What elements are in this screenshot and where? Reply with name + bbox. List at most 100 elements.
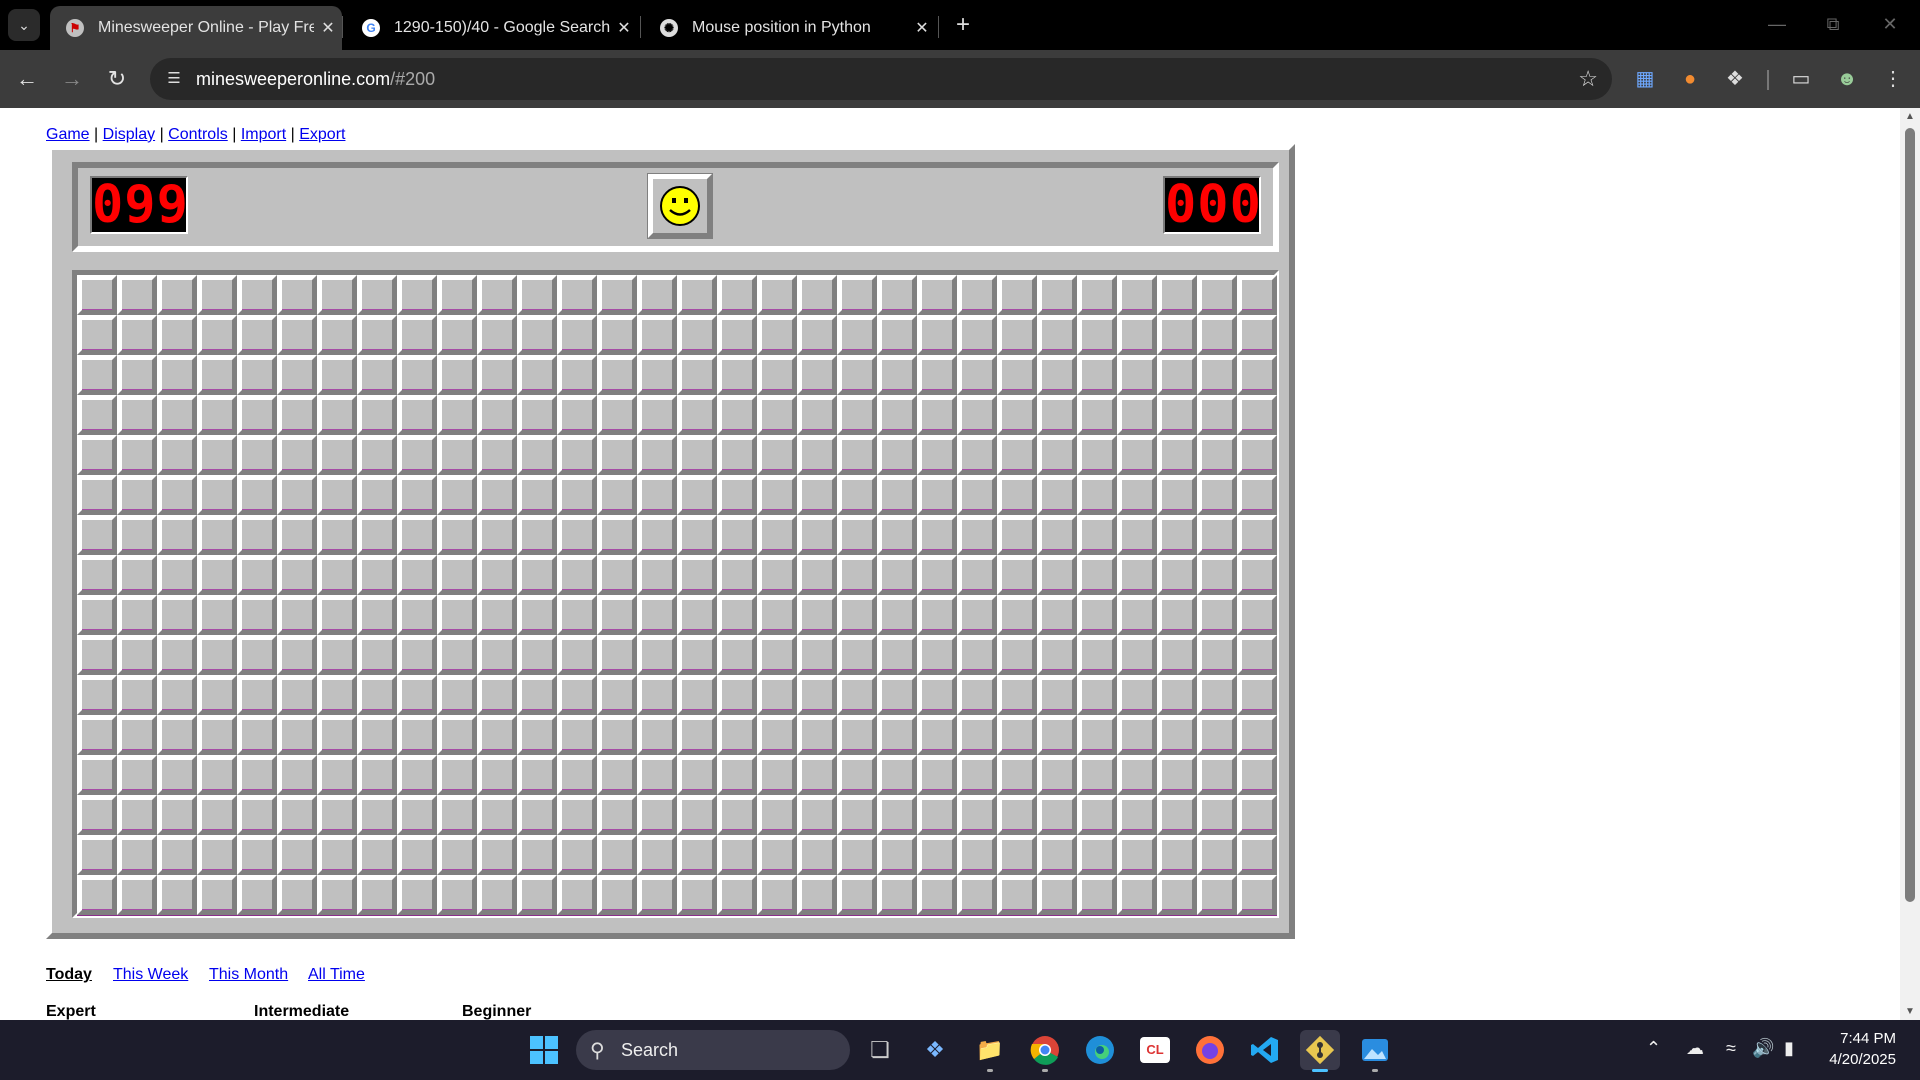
mine-cell[interactable] xyxy=(597,595,637,635)
mine-cell[interactable] xyxy=(397,315,437,355)
back-arrow-icon[interactable]: ← xyxy=(10,62,44,96)
mine-cell[interactable] xyxy=(597,555,637,595)
mine-cell[interactable] xyxy=(1237,515,1277,555)
chrome-icon[interactable] xyxy=(1025,1030,1065,1072)
mine-cell[interactable] xyxy=(197,475,237,515)
mine-cell[interactable] xyxy=(317,635,357,675)
mine-cell[interactable] xyxy=(1197,715,1237,755)
git-app-icon[interactable] xyxy=(1300,1030,1340,1072)
mine-cell[interactable] xyxy=(957,315,997,355)
mine-cell[interactable] xyxy=(557,755,597,795)
mine-cell[interactable] xyxy=(1037,355,1077,395)
mine-cell[interactable] xyxy=(1197,875,1237,915)
mine-cell[interactable] xyxy=(1197,635,1237,675)
mine-cell[interactable] xyxy=(117,795,157,835)
windows-start-icon[interactable] xyxy=(524,1030,564,1070)
close-tab-icon[interactable]: ✕ xyxy=(908,18,936,38)
mine-cell[interactable] xyxy=(517,675,557,715)
mine-cell[interactable] xyxy=(317,515,357,555)
mine-cell[interactable] xyxy=(197,875,237,915)
mine-cell[interactable] xyxy=(797,875,837,915)
mine-cell[interactable] xyxy=(717,635,757,675)
mine-cell[interactable] xyxy=(637,475,677,515)
mine-cell[interactable] xyxy=(877,275,917,315)
mine-cell[interactable] xyxy=(877,515,917,555)
mine-cell[interactable] xyxy=(237,715,277,755)
mine-cell[interactable] xyxy=(637,275,677,315)
mine-cell[interactable] xyxy=(117,555,157,595)
mine-cell[interactable] xyxy=(557,515,597,555)
mine-cell[interactable] xyxy=(1077,595,1117,635)
mine-cell[interactable] xyxy=(637,675,677,715)
mine-cell[interactable] xyxy=(877,875,917,915)
docs-extension-icon[interactable]: ▦ xyxy=(1630,64,1660,94)
mine-cell[interactable] xyxy=(1157,555,1197,595)
mine-cell[interactable] xyxy=(317,355,357,395)
smiley-face-button[interactable] xyxy=(647,173,713,239)
mine-cell[interactable] xyxy=(77,315,117,355)
mine-cell[interactable] xyxy=(357,555,397,595)
mine-cell[interactable] xyxy=(1037,435,1077,475)
mine-cell[interactable] xyxy=(557,835,597,875)
mine-cell[interactable] xyxy=(957,835,997,875)
mine-cell[interactable] xyxy=(597,795,637,835)
mine-cell[interactable] xyxy=(757,715,797,755)
mine-cell[interactable] xyxy=(797,475,837,515)
menu-export-link[interactable]: Export xyxy=(299,126,345,143)
mine-cell[interactable] xyxy=(477,795,517,835)
mine-cell[interactable] xyxy=(517,435,557,475)
mine-cell[interactable] xyxy=(677,875,717,915)
mine-cell[interactable] xyxy=(917,435,957,475)
mine-cell[interactable] xyxy=(317,315,357,355)
mine-cell[interactable] xyxy=(837,475,877,515)
mine-cell[interactable] xyxy=(597,875,637,915)
mine-cell[interactable] xyxy=(557,275,597,315)
new-tab-plus-icon[interactable]: + xyxy=(948,10,978,40)
mine-cell[interactable] xyxy=(277,595,317,635)
mine-cell[interactable] xyxy=(117,475,157,515)
mine-cell[interactable] xyxy=(557,635,597,675)
mine-cell[interactable] xyxy=(877,835,917,875)
mine-cell[interactable] xyxy=(1157,275,1197,315)
mine-cell[interactable] xyxy=(957,675,997,715)
mine-cell[interactable] xyxy=(77,635,117,675)
mine-cell[interactable] xyxy=(1197,835,1237,875)
mine-cell[interactable] xyxy=(757,835,797,875)
mine-cell[interactable] xyxy=(997,875,1037,915)
mine-cell[interactable] xyxy=(357,515,397,555)
mine-cell[interactable] xyxy=(597,755,637,795)
mine-cell[interactable] xyxy=(317,675,357,715)
mine-cell[interactable] xyxy=(1077,515,1117,555)
mine-cell[interactable] xyxy=(557,435,597,475)
mine-cell[interactable] xyxy=(477,275,517,315)
mine-cell[interactable] xyxy=(1237,355,1277,395)
mine-cell[interactable] xyxy=(797,435,837,475)
mine-cell[interactable] xyxy=(637,835,677,875)
mine-cell[interactable] xyxy=(877,355,917,395)
mine-cell[interactable] xyxy=(677,675,717,715)
mine-cell[interactable] xyxy=(917,395,957,435)
mine-cell[interactable] xyxy=(957,355,997,395)
mine-cell[interactable] xyxy=(1077,715,1117,755)
mine-cell[interactable] xyxy=(117,515,157,555)
mine-cell[interactable] xyxy=(677,275,717,315)
mine-cell[interactable] xyxy=(957,435,997,475)
mine-cell[interactable] xyxy=(1117,835,1157,875)
mine-cell[interactable] xyxy=(357,635,397,675)
mine-cell[interactable] xyxy=(637,795,677,835)
mine-cell[interactable] xyxy=(397,355,437,395)
menu-import-link[interactable]: Import xyxy=(241,126,286,143)
mine-cell[interactable] xyxy=(757,675,797,715)
mine-cell[interactable] xyxy=(277,435,317,475)
mine-cell[interactable] xyxy=(837,675,877,715)
mine-cell[interactable] xyxy=(557,715,597,755)
mine-cell[interactable] xyxy=(637,435,677,475)
mine-cell[interactable] xyxy=(197,315,237,355)
mine-cell[interactable] xyxy=(157,355,197,395)
mine-cell[interactable] xyxy=(917,475,957,515)
mine-cell[interactable] xyxy=(837,875,877,915)
mine-cell[interactable] xyxy=(1037,795,1077,835)
close-tab-icon[interactable]: ✕ xyxy=(314,18,342,38)
tab-search-chevron-icon[interactable]: ⌄ xyxy=(8,9,40,41)
extensions-puzzle-icon[interactable]: ❖ xyxy=(1720,64,1750,94)
